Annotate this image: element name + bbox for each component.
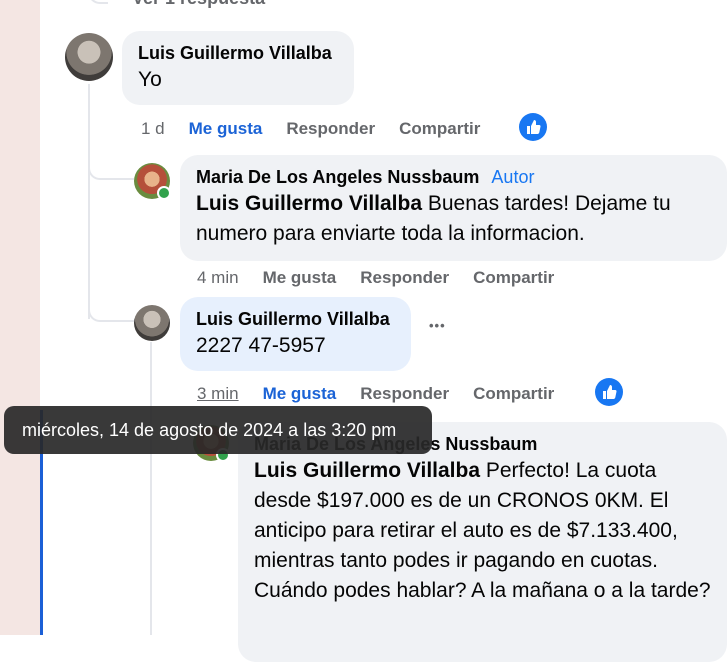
author-badge: Autor	[491, 167, 535, 187]
thread-line	[150, 342, 152, 635]
like-button[interactable]: Me gusta	[263, 384, 337, 404]
reply-button[interactable]: Responder	[286, 119, 375, 139]
comment-bubble: Luis Guillermo Villalba 2227 47-5957	[180, 297, 411, 371]
comment-actions: 4 min Me gusta Responder Compartir	[197, 266, 578, 290]
comment-time[interactable]: 3 min	[197, 384, 239, 404]
comment-time[interactable]: 4 min	[197, 268, 239, 288]
comment-text: 2227 47-5957	[196, 334, 326, 357]
comment-text: Luis Guillermo Villalba Perfecto! La cuo…	[254, 456, 711, 606]
comment-text: Yo	[138, 68, 162, 91]
comment-actions: 1 d Me gusta Responder Compartir	[141, 117, 504, 141]
like-button[interactable]: Me gusta	[189, 119, 263, 139]
share-button[interactable]: Compartir	[473, 268, 554, 288]
avatar[interactable]	[65, 33, 113, 81]
mention[interactable]: Luis Guillermo Villalba	[196, 192, 422, 215]
reply-button[interactable]: Responder	[360, 384, 449, 404]
share-button[interactable]: Compartir	[399, 119, 480, 139]
more-dots-icon[interactable]: •••	[429, 318, 446, 333]
thumbs-up-icon[interactable]	[519, 113, 547, 141]
comment-bubble: Luis Guillermo Villalba Yo	[122, 31, 354, 105]
reply-button[interactable]: Responder	[360, 268, 449, 288]
comment-time[interactable]: 1 d	[141, 119, 165, 139]
comment-author[interactable]: Luis Guillermo Villalba	[196, 307, 395, 331]
thread-connector	[88, 290, 134, 322]
comment-text: Luis Guillermo Villalba Buenas tardes! D…	[196, 189, 711, 249]
thread-connector	[88, 0, 108, 4]
avatar[interactable]	[134, 305, 170, 341]
like-button[interactable]: Me gusta	[263, 268, 337, 288]
thread-connector	[88, 150, 134, 180]
comment-bubble: Maria De Los Angeles Nussbaum Autor Luis …	[180, 155, 727, 261]
comment-bubble: Maria De Los Angeles Nussbaum Luis Guill…	[238, 422, 727, 662]
comment-actions: 3 min Me gusta Responder Compartir	[197, 382, 578, 406]
view-replies-link[interactable]: Ver 1 respuesta	[132, 0, 265, 9]
thread-line	[88, 84, 90, 319]
comment-author[interactable]: Luis Guillermo Villalba	[138, 41, 338, 65]
share-button[interactable]: Compartir	[473, 384, 554, 404]
thumbs-up-icon[interactable]	[595, 378, 623, 406]
mention[interactable]: Luis Guillermo Villalba	[254, 459, 480, 482]
online-status-icon	[157, 186, 171, 200]
comment-author[interactable]: Maria De Los Angeles Nussbaum	[196, 167, 479, 187]
timestamp-tooltip: miércoles, 14 de agosto de 2024 a las 3:…	[4, 406, 432, 454]
left-panel-edge	[0, 0, 40, 635]
